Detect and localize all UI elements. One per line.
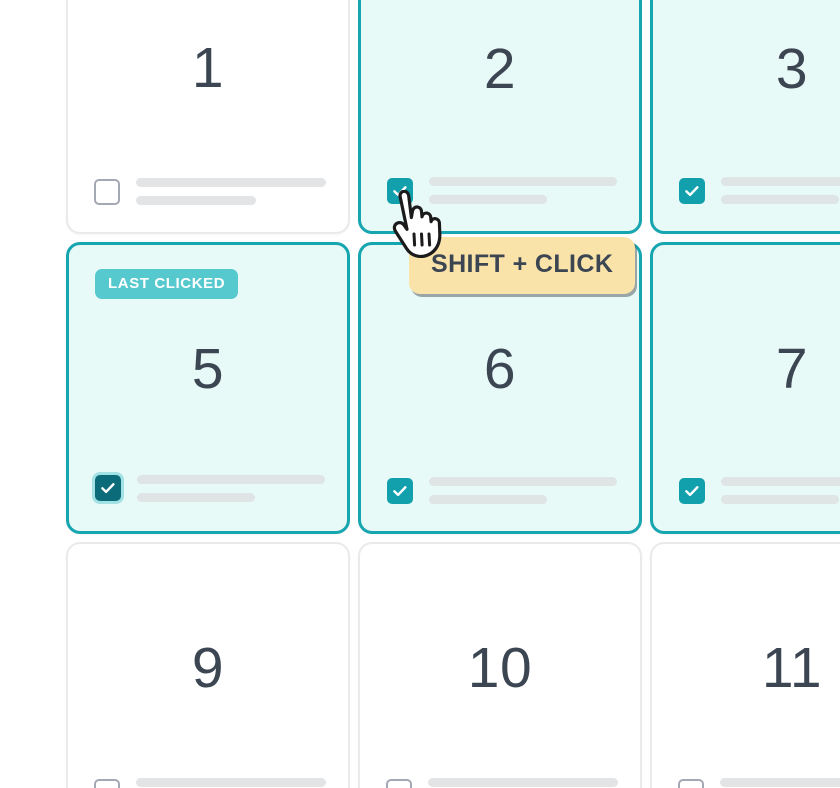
card-footer (678, 778, 840, 788)
card-skeleton-text (137, 474, 325, 502)
card-number: 9 (191, 636, 225, 700)
card-number: 2 (483, 37, 517, 101)
card-checkbox-wrapper[interactable] (386, 778, 412, 788)
checkbox-checked-icon[interactable] (387, 177, 413, 204)
card-footer (94, 778, 326, 788)
card[interactable]: 10 (358, 542, 642, 788)
card-checkbox-wrapper[interactable] (94, 178, 120, 205)
skeleton-line (137, 474, 325, 484)
checkbox-checked-icon[interactable] (95, 475, 121, 501)
skeleton-line (137, 492, 256, 502)
card-skeleton-text (136, 178, 326, 205)
card-number: 1 (191, 36, 225, 100)
skeleton-line (721, 195, 840, 204)
checkbox-checked-icon[interactable] (679, 177, 705, 204)
card[interactable]: 2 (358, 0, 642, 234)
card-footer (94, 178, 326, 205)
card-number: 11 (761, 636, 823, 700)
card-skeleton-text (720, 778, 840, 788)
card-checkbox-wrapper[interactable] (387, 177, 413, 204)
card-skeleton-text (721, 177, 840, 204)
card-skeleton-text (721, 477, 840, 504)
skeleton-line (429, 477, 617, 486)
card-skeleton-text (428, 778, 618, 788)
card[interactable]: 11 (650, 542, 840, 788)
card-footer (679, 177, 840, 204)
card[interactable]: 1 (66, 0, 350, 234)
last-clicked-badge: LAST CLICKED (95, 269, 239, 299)
skeleton-line (429, 195, 548, 204)
card-number: 7 (775, 337, 809, 401)
card-footer (679, 477, 840, 504)
card-footer (387, 177, 617, 204)
checkbox-empty-icon[interactable] (678, 778, 704, 788)
skeleton-line (721, 477, 840, 486)
card-number: 6 (483, 337, 517, 401)
skeleton-line (136, 196, 256, 205)
card[interactable]: 9 (66, 542, 350, 788)
card-footer (92, 472, 325, 504)
card[interactable]: 3 (650, 0, 840, 234)
card-grid: 1 2 3 LAST CLICKED 5 6 7 9 10 11 (66, 0, 840, 788)
checkbox-empty-icon[interactable] (94, 778, 120, 788)
skeleton-line (721, 177, 840, 186)
checkbox-empty-icon[interactable] (94, 178, 120, 205)
card-number: 10 (467, 636, 533, 700)
card-footer (386, 778, 618, 788)
card-number: 5 (191, 337, 225, 401)
card[interactable]: LAST CLICKED 5 (66, 242, 350, 534)
checkbox-checked-icon[interactable] (387, 477, 413, 504)
skeleton-line (136, 778, 326, 787)
card-checkbox-wrapper[interactable] (679, 477, 705, 504)
card-checkbox-wrapper[interactable] (92, 472, 124, 504)
skeleton-line (720, 778, 840, 787)
card-skeleton-text (429, 177, 617, 204)
card-checkbox-wrapper[interactable] (679, 177, 705, 204)
card-checkbox-wrapper[interactable] (678, 778, 704, 788)
card-skeleton-text (429, 477, 617, 504)
card-checkbox-wrapper[interactable] (94, 778, 120, 788)
card[interactable]: 7 (650, 242, 840, 534)
skeleton-line (429, 495, 548, 504)
card-number: 3 (775, 37, 809, 101)
card-checkbox-wrapper[interactable] (387, 477, 413, 504)
checkbox-empty-icon[interactable] (386, 778, 412, 788)
skeleton-line (429, 177, 617, 186)
card-grid-viewport: 1 2 3 LAST CLICKED 5 6 7 9 10 11 SHIFT + CLICK (0, 0, 840, 788)
skeleton-line (721, 495, 840, 504)
card-footer (387, 477, 617, 504)
skeleton-line (136, 178, 326, 187)
card-skeleton-text (136, 778, 326, 788)
checkbox-checked-icon[interactable] (679, 477, 705, 504)
shift-click-tooltip: SHIFT + CLICK (409, 237, 636, 294)
skeleton-line (428, 778, 618, 787)
